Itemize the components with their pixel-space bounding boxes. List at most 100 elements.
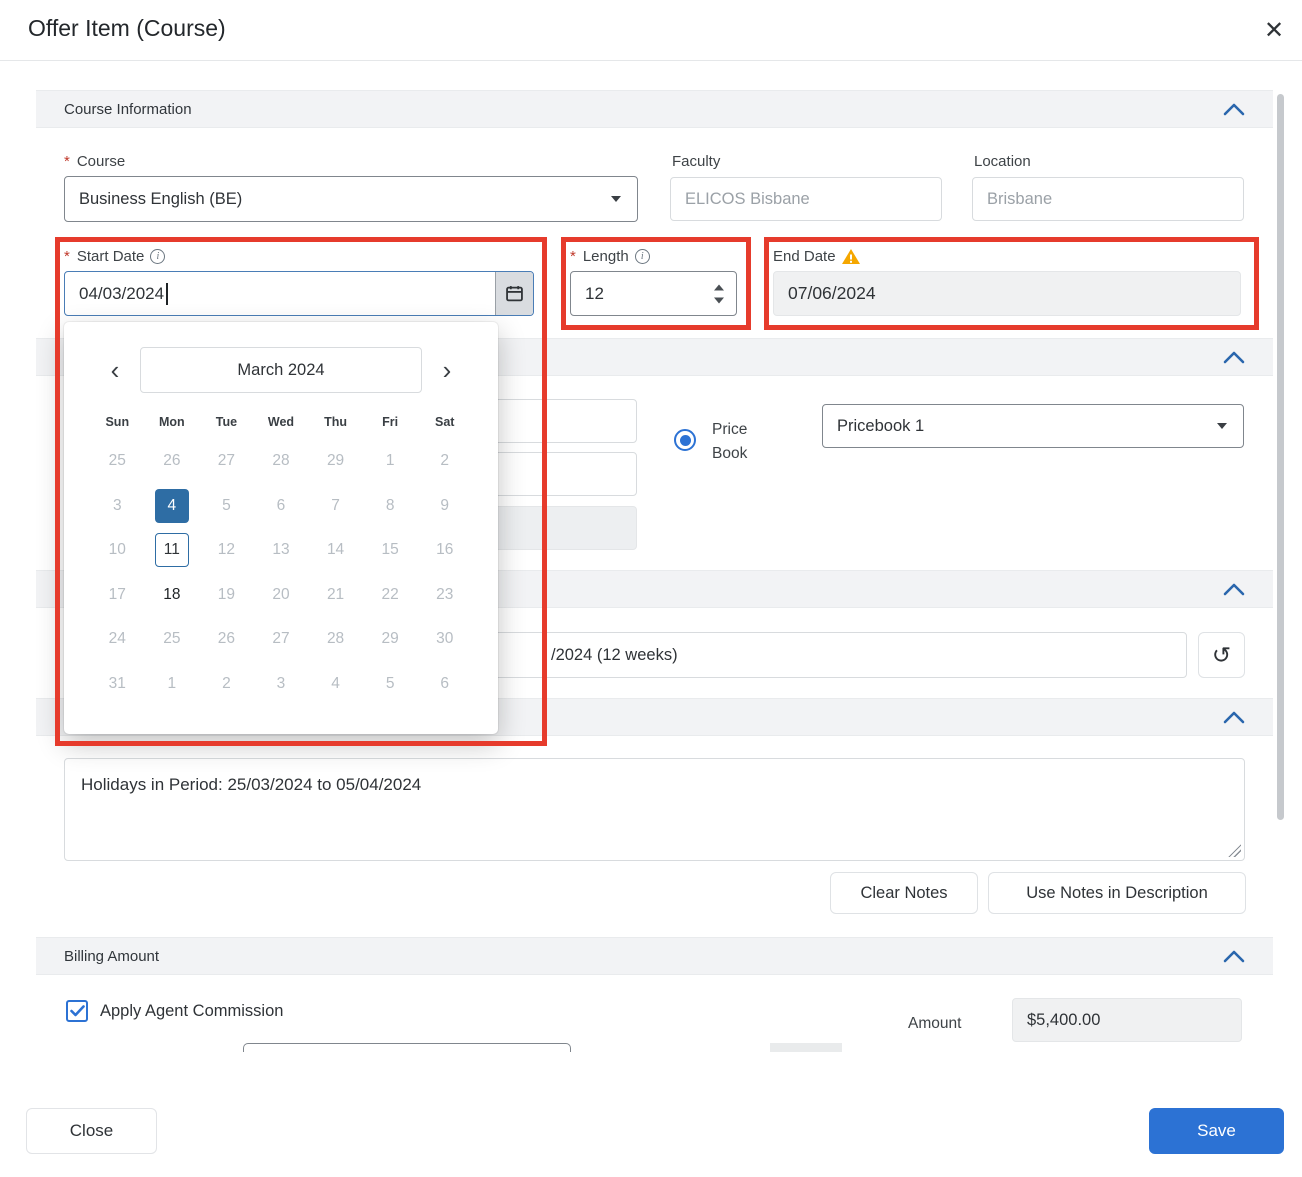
month-year-button[interactable]: March 2024	[140, 347, 422, 393]
section-title: Billing Amount	[64, 948, 159, 965]
calendar-day[interactable]: 18	[155, 578, 189, 612]
calendar-day[interactable]: 2	[209, 667, 243, 701]
calendar-day[interactable]: 28	[319, 622, 353, 656]
required-asterisk: *	[64, 248, 70, 265]
calendar-day[interactable]: 7	[319, 489, 353, 523]
calendar-day[interactable]: 26	[155, 444, 189, 478]
calendar-day[interactable]: 9	[428, 489, 462, 523]
calendar-day[interactable]: 24	[100, 622, 134, 656]
chevron-up-icon[interactable]	[1223, 583, 1245, 596]
course-select[interactable]: Business English (BE)	[64, 176, 638, 222]
calendar-day[interactable]: 10	[100, 533, 134, 567]
length-input[interactable]: 12	[570, 271, 737, 316]
calendar-day[interactable]: 4	[319, 667, 353, 701]
chevron-right-icon: ›	[443, 355, 452, 386]
calendar-day-cell: 2	[417, 439, 472, 484]
calendar-day[interactable]: 22	[373, 578, 407, 612]
calendar-day-cell: 30	[417, 617, 472, 662]
calendar-day[interactable]: 23	[428, 578, 462, 612]
calendar-day[interactable]: 20	[264, 578, 298, 612]
calendar-day-cell: 6	[254, 484, 309, 529]
previous-month-button[interactable]: ‹	[96, 348, 134, 392]
calendar-day[interactable]: 5	[373, 667, 407, 701]
calendar-day[interactable]: 27	[264, 622, 298, 656]
calendar-day[interactable]: 16	[428, 533, 462, 567]
calendar-day-cell: 19	[199, 573, 254, 618]
calendar-day-cell: 28	[254, 439, 309, 484]
vertical-scrollbar-thumb[interactable]	[1277, 94, 1284, 820]
calendar-day[interactable]: 15	[373, 533, 407, 567]
end-date-label: End Date	[773, 248, 860, 265]
next-month-button[interactable]: ›	[428, 348, 466, 392]
calendar-day[interactable]: 29	[373, 622, 407, 656]
calendar-day[interactable]: 6	[264, 489, 298, 523]
calendar-day[interactable]: 29	[319, 444, 353, 478]
clear-notes-button[interactable]: Clear Notes	[830, 872, 978, 914]
resize-handle[interactable]	[1228, 844, 1241, 857]
chevron-down-icon	[1217, 423, 1227, 429]
calendar-day[interactable]: 2	[428, 444, 462, 478]
required-asterisk: *	[570, 248, 576, 265]
notes-textarea[interactable]: Holidays in Period: 25/03/2024 to 05/04/…	[64, 758, 1245, 861]
calendar-day-cell: 5	[363, 662, 418, 707]
use-notes-in-description-button[interactable]: Use Notes in Description	[988, 872, 1246, 914]
calendar-day-cell: 13	[254, 528, 309, 573]
calendar-icon[interactable]	[495, 272, 533, 315]
end-date-field: 07/06/2024	[773, 271, 1241, 316]
chevron-up-icon[interactable]	[1223, 711, 1245, 724]
calendar-day[interactable]: 1	[155, 667, 189, 701]
calendar-day-cell: 1	[363, 439, 418, 484]
calendar-day-cell: 25	[145, 617, 200, 662]
history-icon: ↺	[1212, 642, 1231, 669]
calendar-day-cell: 4	[145, 484, 200, 529]
calendar-day-cell: 7	[308, 484, 363, 529]
stepper-up-icon[interactable]	[714, 284, 724, 290]
calendar-day-cell: 16	[417, 528, 472, 573]
offer-item-modal: Offer Item (Course) ✕ Course Information…	[0, 0, 1302, 1177]
close-button[interactable]: ✕	[1254, 10, 1294, 50]
calendar-day[interactable]: 30	[428, 622, 462, 656]
calendar-day-cell: 12	[199, 528, 254, 573]
regenerate-description-button[interactable]: ↺	[1198, 632, 1245, 678]
pricebook-select[interactable]: Pricebook 1	[822, 404, 1244, 448]
close-button-footer[interactable]: Close	[26, 1108, 157, 1154]
price-book-radio[interactable]	[674, 429, 696, 451]
chevron-up-icon[interactable]	[1223, 351, 1245, 364]
calendar-day[interactable]: 3	[100, 489, 134, 523]
calendar-day[interactable]: 1	[373, 444, 407, 478]
calendar-day[interactable]: 19	[209, 578, 243, 612]
calendar-day-cell: 15	[363, 528, 418, 573]
pricebook-select-value: Pricebook 1	[837, 417, 924, 436]
calendar-day[interactable]: 14	[319, 533, 353, 567]
calendar-day[interactable]: 31	[100, 667, 134, 701]
calendar-day[interactable]: 28	[264, 444, 298, 478]
save-button[interactable]: Save	[1149, 1108, 1284, 1154]
calendar-day-cell: 31	[90, 662, 145, 707]
calendar-day[interactable]: 26	[209, 622, 243, 656]
calendar-day[interactable]: 12	[209, 533, 243, 567]
calendar-day[interactable]: 25	[155, 622, 189, 656]
date-picker-popup: ‹ March 2024 › SunMonTueWedThuFriSat 252…	[64, 322, 498, 734]
apply-agent-commission-checkbox[interactable]	[66, 1000, 88, 1022]
start-date-input[interactable]: 04/03/2024	[64, 271, 534, 316]
chevron-left-icon: ‹	[111, 355, 120, 386]
chevron-up-icon[interactable]	[1223, 950, 1245, 963]
radio-dot	[680, 435, 691, 446]
faculty-label: Faculty	[672, 153, 720, 170]
calendar-day[interactable]: 6	[428, 667, 462, 701]
calendar-day[interactable]: 8	[373, 489, 407, 523]
info-icon: i	[635, 249, 650, 264]
course-select-value: Business English (BE)	[79, 190, 242, 209]
calendar-weekday-label: Mon	[145, 415, 200, 429]
calendar-day[interactable]: 3	[264, 667, 298, 701]
stepper-down-icon[interactable]	[714, 297, 724, 303]
calendar-day[interactable]: 11	[155, 533, 189, 567]
calendar-day[interactable]: 21	[319, 578, 353, 612]
calendar-day[interactable]: 17	[100, 578, 134, 612]
chevron-up-icon[interactable]	[1223, 103, 1245, 116]
calendar-day[interactable]: 4	[155, 489, 189, 523]
calendar-day[interactable]: 25	[100, 444, 134, 478]
calendar-day[interactable]: 13	[264, 533, 298, 567]
calendar-day[interactable]: 5	[209, 489, 243, 523]
calendar-day[interactable]: 27	[209, 444, 243, 478]
